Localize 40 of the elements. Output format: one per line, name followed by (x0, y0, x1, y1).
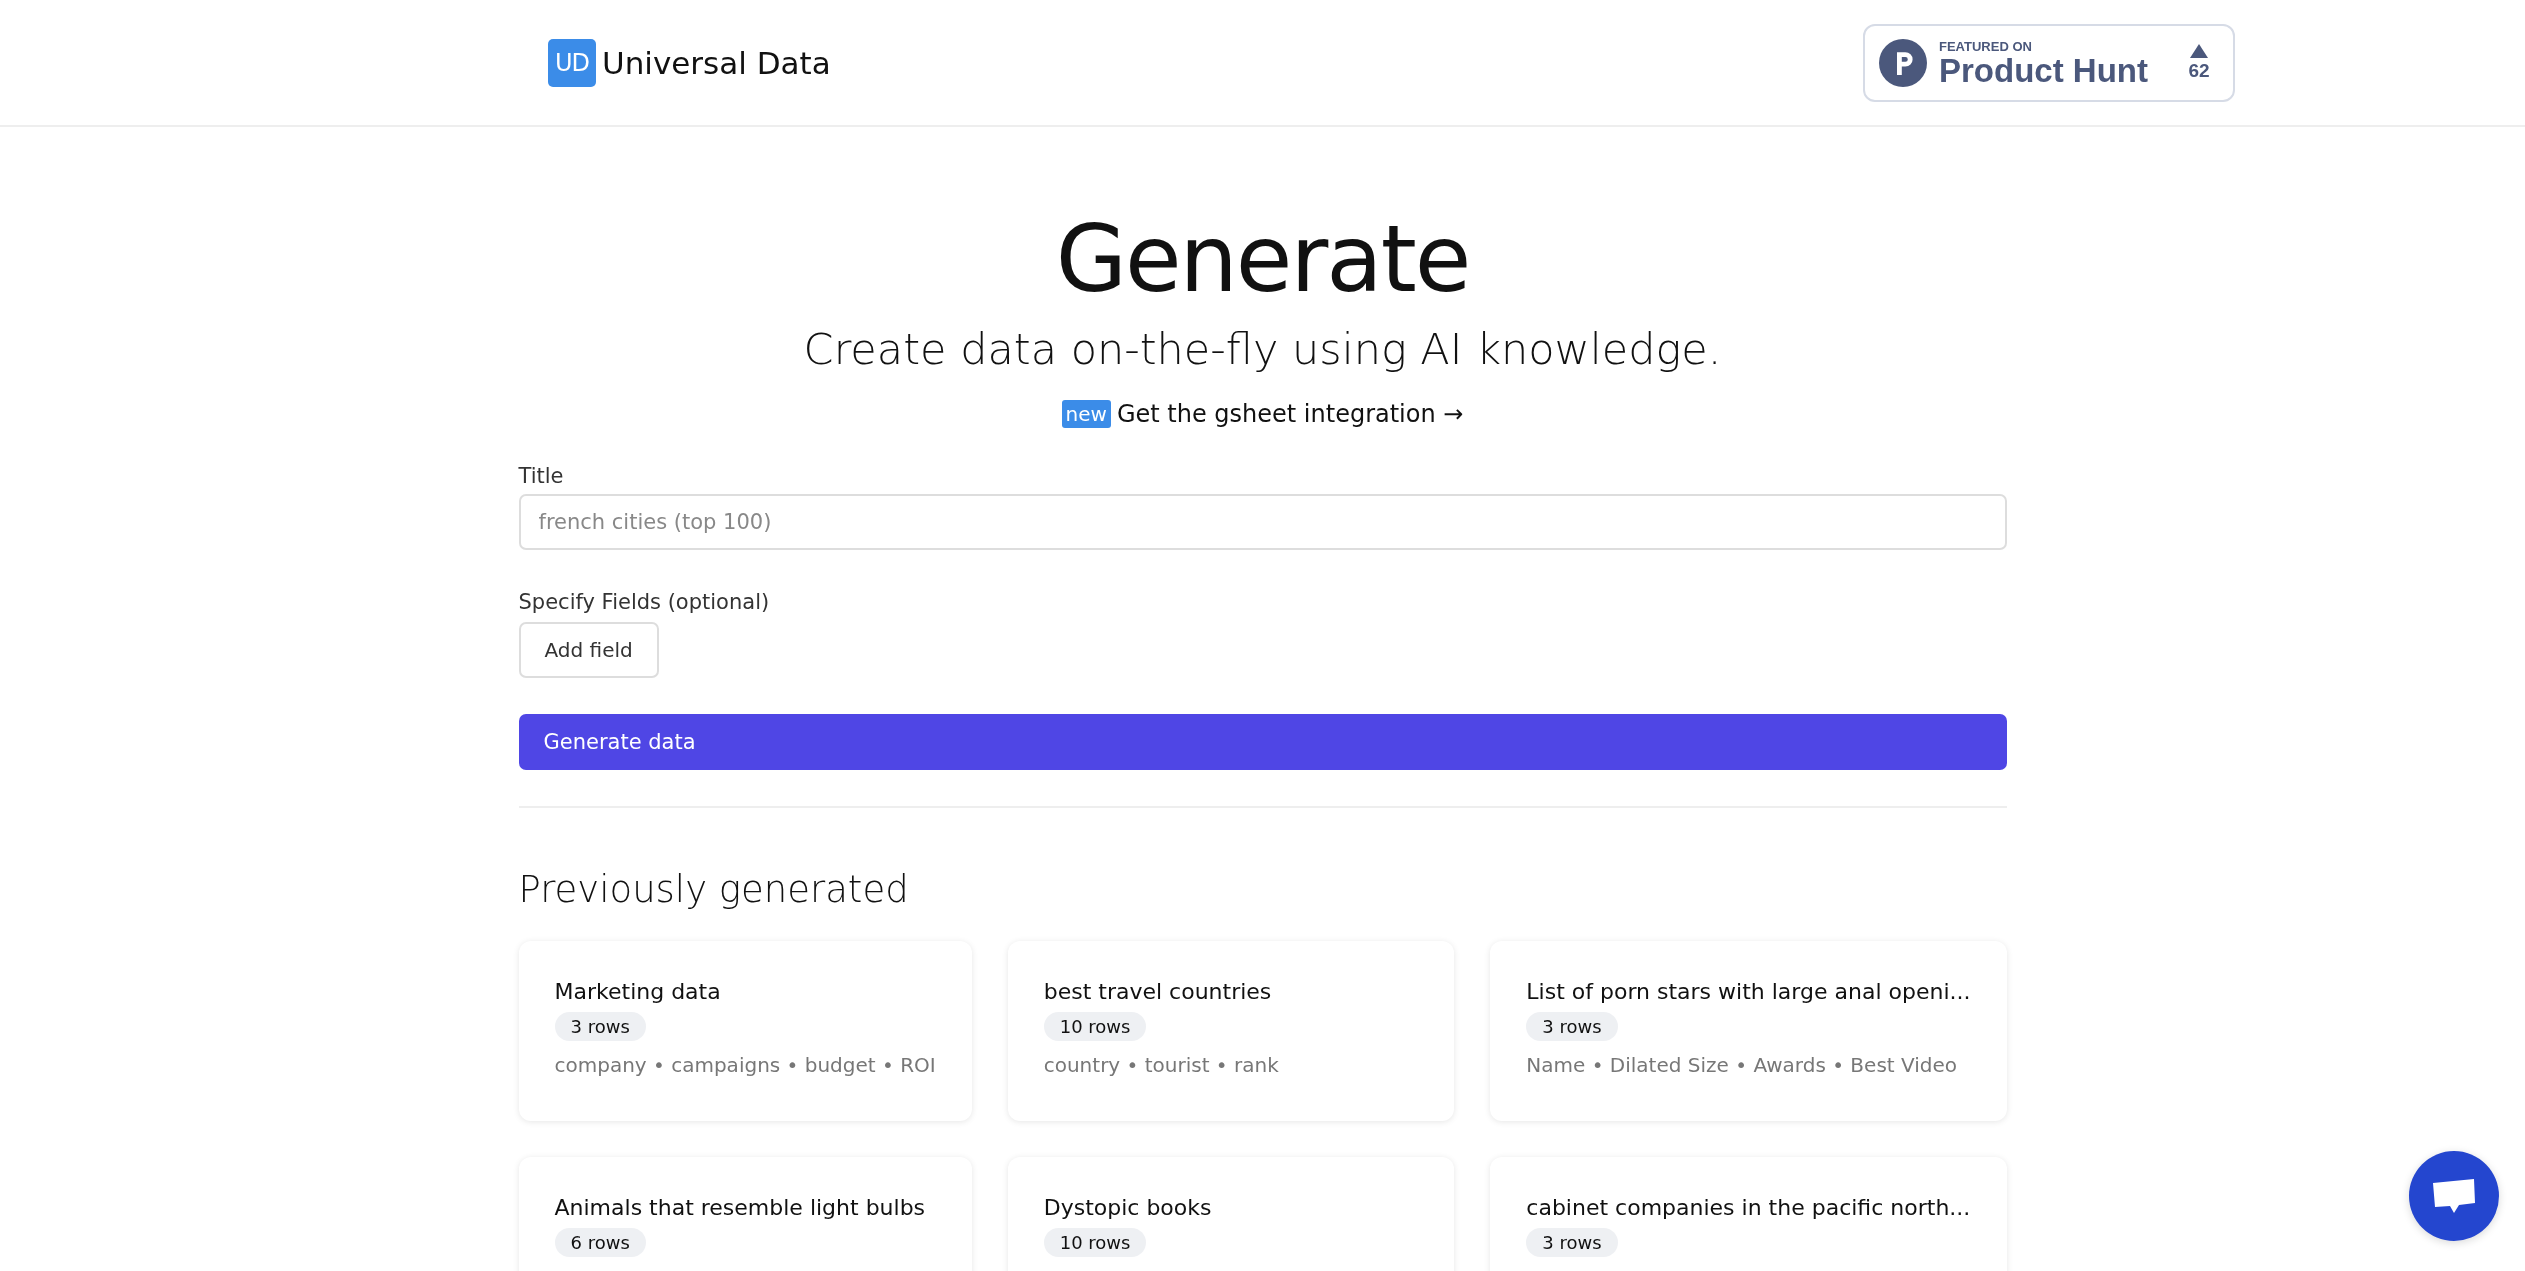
card-title: best travel countries (1043, 979, 1272, 1005)
field-label: Title (518, 464, 565, 489)
row-count: 3 rows (554, 1012, 646, 1042)
field-list: country • tourist • rank (1043, 1053, 1279, 1078)
field-list: Name • Dilated Size • Awards • Best Video (1526, 1053, 1958, 1078)
dataset-card[interactable]: List of porn stars with large anal openi... 3 rows Name • Dilated Size • Awards • Best Video (1490, 941, 2007, 1122)
gsheet-link[interactable]: Get the gsheet integration → (1116, 400, 1464, 429)
p-logo-icon (1879, 38, 1927, 87)
generate-button[interactable]: Generate data (518, 714, 2007, 771)
brand-name[interactable]: Universal Data (602, 44, 831, 81)
card-title: Animals that resemble light bulbs (554, 1195, 926, 1221)
row-count: 3 rows (1526, 1012, 1618, 1042)
card-title: Marketing data (554, 979, 721, 1005)
chat-button[interactable] (2409, 1151, 2499, 1241)
dataset-card[interactable]: best travel countries 10 rows country • tourist • rank (1007, 941, 1455, 1122)
dataset-card[interactable]: Animals that resemble light bulbs 6 rows (518, 1157, 972, 1271)
row-count: 3 rows (1526, 1228, 1618, 1258)
product-name: Product Hunt (1939, 53, 2149, 87)
card-title: cabinet companies in the pacific north... (1526, 1195, 1971, 1221)
row-count: 10 rows (1043, 1228, 1147, 1258)
dataset-card[interactable]: cabinet companies in the pacific north... 3 rows (1490, 1157, 2007, 1271)
title-input[interactable]: french cities (top 100) (518, 494, 2007, 551)
row-count: 10 rows (1043, 1012, 1147, 1042)
chat-icon (2432, 1177, 2476, 1215)
product-hunt-badge[interactable]: FEATURED ON Product Hunt 62 (1863, 23, 2235, 102)
vote-count: 62 (2188, 59, 2210, 82)
field-label: Specify Fields (optional) (518, 590, 771, 615)
page-title: Generate (1055, 209, 1470, 311)
new-tag: new (1061, 400, 1111, 429)
row-count: 6 rows (554, 1228, 646, 1258)
card-title: List of porn stars with large anal openi... (1526, 979, 1971, 1005)
subtitle: Create data on-the-fly using AI knowledge. (803, 324, 1722, 375)
add-field-button[interactable]: Add field (518, 622, 659, 679)
card-title: Dystopic books (1043, 1195, 1212, 1221)
field-list: company • campaigns • budget • ROI (554, 1053, 936, 1078)
section-heading: Previously generated (518, 868, 910, 912)
featured-label: FEATURED ON (1939, 38, 2033, 54)
dataset-card[interactable]: Marketing data 3 rows company • campaigns • budget • ROI (518, 941, 972, 1122)
upvote-icon (2190, 43, 2208, 58)
dataset-card[interactable]: Dystopic books 10 rows (1007, 1157, 1455, 1271)
